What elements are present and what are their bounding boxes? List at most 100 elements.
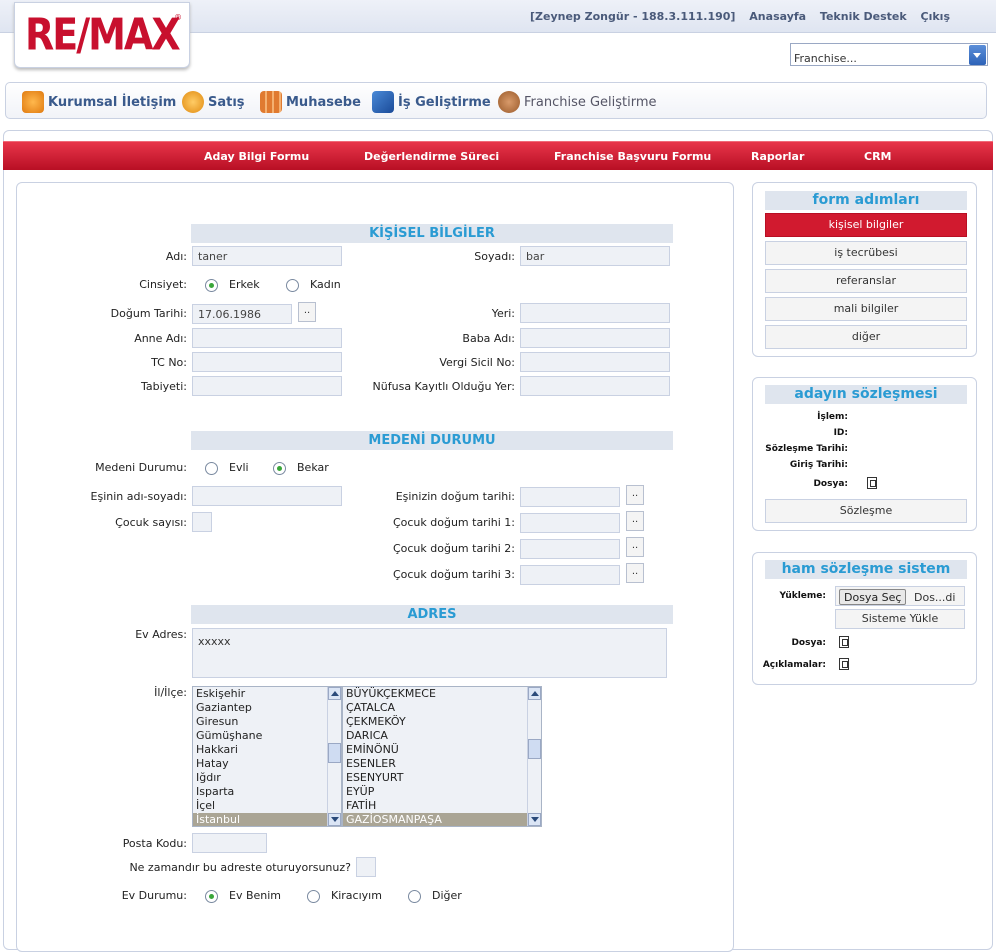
il-listbox[interactable]: Eskişehir Gaziantep Giresun Gümüşhane Ha… bbox=[192, 686, 342, 827]
dosya-status: Dos...di bbox=[914, 591, 956, 604]
ilce-option[interactable]: DARICA bbox=[343, 729, 541, 743]
link-teknik-destek[interactable]: Teknik Destek bbox=[820, 10, 907, 23]
document-icon[interactable] bbox=[839, 636, 849, 648]
date-picker-button[interactable]: .. bbox=[298, 302, 316, 322]
nav-raporlar[interactable]: Raporlar bbox=[751, 150, 804, 163]
document-icon[interactable] bbox=[867, 477, 877, 489]
cocuk1-input[interactable] bbox=[520, 513, 620, 533]
tc-no-input[interactable] bbox=[192, 352, 342, 372]
file-chooser[interactable]: Dosya Seç Dos...di bbox=[835, 586, 965, 606]
il-option[interactable]: Isparta bbox=[193, 785, 341, 799]
il-option[interactable]: Gümüşhane bbox=[193, 729, 341, 743]
baba-adi-input[interactable] bbox=[520, 328, 670, 348]
scroll-down-icon[interactable] bbox=[528, 813, 541, 826]
ilce-listbox[interactable]: BÜYÜKÇEKMECE ÇATALCA ÇEKMEKÖY DARICA EMİ… bbox=[342, 686, 542, 827]
radio-diger[interactable] bbox=[408, 890, 421, 903]
raw-contract-panel: ham sözleşme sistem Yükleme: Dosya Seç D… bbox=[752, 552, 977, 685]
il-scrollbar[interactable] bbox=[327, 687, 341, 826]
module-kurumsal-iletisim[interactable]: Kurumsal İletişim bbox=[22, 91, 176, 113]
main-nav: Aday Bilgi Formu Değerlendirme Süreci Fr… bbox=[3, 141, 993, 170]
es-adi-label: Eşinin adı-soyadı: bbox=[90, 490, 187, 503]
cinsiyet-label: Cinsiyet: bbox=[139, 278, 187, 291]
ilce-option[interactable]: ÇATALCA bbox=[343, 701, 541, 715]
il-ilce-label: İl/İlçe: bbox=[154, 686, 187, 699]
module-muhasebe[interactable]: Muhasebe bbox=[260, 91, 361, 113]
cocuk3-input[interactable] bbox=[520, 565, 620, 585]
franchise-select[interactable]: Franchise... bbox=[790, 43, 988, 66]
radio-evli[interactable] bbox=[205, 462, 218, 475]
scroll-thumb[interactable] bbox=[328, 743, 341, 763]
il-option[interactable]: Giresun bbox=[193, 715, 341, 729]
ilce-option[interactable]: FATİH bbox=[343, 799, 541, 813]
erkek-label: Erkek bbox=[229, 278, 260, 291]
anne-adi-input[interactable] bbox=[192, 328, 342, 348]
sisteme-yukle-button[interactable]: Sisteme Yükle bbox=[835, 609, 965, 629]
nav-aday-bilgi-formu[interactable]: Aday Bilgi Formu bbox=[204, 150, 309, 163]
radio-bekar[interactable] bbox=[273, 462, 286, 475]
ilce-option[interactable]: EYÜP bbox=[343, 785, 541, 799]
scroll-up-icon[interactable] bbox=[528, 687, 541, 700]
ad-input[interactable]: taner bbox=[192, 246, 342, 266]
nav-crm[interactable]: CRM bbox=[864, 150, 892, 163]
il-option[interactable]: İçel bbox=[193, 799, 341, 813]
module-satis[interactable]: Satış bbox=[182, 91, 245, 113]
sozlesme-button[interactable]: Sözleşme bbox=[765, 499, 967, 523]
tabiyet-input[interactable] bbox=[192, 376, 342, 396]
chart-icon bbox=[372, 91, 394, 113]
scroll-up-icon[interactable] bbox=[328, 687, 341, 700]
cocuk1-picker-button[interactable]: .. bbox=[626, 511, 644, 531]
il-option-selected[interactable]: İstanbul bbox=[193, 813, 341, 826]
chevron-down-icon[interactable] bbox=[969, 45, 986, 65]
ilce-option-selected[interactable]: GAZİOSMANPAŞA bbox=[343, 813, 541, 826]
il-option[interactable]: Gaziantep bbox=[193, 701, 341, 715]
radio-kadin[interactable] bbox=[286, 279, 299, 292]
il-option[interactable]: Hakkari bbox=[193, 743, 341, 757]
scroll-down-icon[interactable] bbox=[328, 813, 341, 826]
ilce-option[interactable]: ESENYURT bbox=[343, 771, 541, 785]
il-option[interactable]: Eskişehir bbox=[193, 687, 341, 701]
dosya-sec-button[interactable]: Dosya Seç bbox=[839, 589, 907, 605]
nav-degerlendirme-sureci[interactable]: Değerlendirme Süreci bbox=[364, 150, 499, 163]
module-is-gelistirme[interactable]: İş Geliştirme bbox=[372, 91, 491, 113]
nufus-input[interactable] bbox=[520, 376, 670, 396]
ne-zaman-label: Ne zamandır bu adreste oturuyorsunuz? bbox=[129, 861, 351, 874]
cocuk-sayisi-input[interactable] bbox=[192, 512, 212, 532]
ilce-option[interactable]: BÜYÜKÇEKMECE bbox=[343, 687, 541, 701]
step-kisisel-bilgiler[interactable]: kişisel bilgiler bbox=[765, 213, 967, 237]
es-dogum-input[interactable] bbox=[520, 487, 620, 507]
cocuk2-picker-button[interactable]: .. bbox=[626, 537, 644, 557]
ev-adres-textarea[interactable]: xxxxx bbox=[192, 628, 667, 678]
link-cikis[interactable]: Çıkış bbox=[921, 10, 950, 23]
link-anasayfa[interactable]: Anasayfa bbox=[749, 10, 806, 23]
yeri-input[interactable] bbox=[520, 303, 670, 323]
step-referanslar[interactable]: referanslar bbox=[765, 269, 967, 293]
ilce-option[interactable]: EMİNÖNÜ bbox=[343, 743, 541, 757]
step-diger[interactable]: diğer bbox=[765, 325, 967, 349]
scroll-thumb[interactable] bbox=[528, 739, 541, 759]
radio-ev-benim[interactable] bbox=[205, 890, 218, 903]
ilce-option[interactable]: ÇEKMEKÖY bbox=[343, 715, 541, 729]
dogum-tarihi-input[interactable]: 17.06.1986 bbox=[192, 304, 292, 324]
step-is-tecrubesi[interactable]: iş tecrübesi bbox=[765, 241, 967, 265]
document-icon[interactable] bbox=[839, 658, 849, 670]
remax-logo[interactable]: RE/MAX ® bbox=[14, 2, 190, 68]
ev-adres-label: Ev Adres: bbox=[135, 628, 187, 641]
evli-label: Evli bbox=[229, 461, 249, 474]
il-option[interactable]: Iğdır bbox=[193, 771, 341, 785]
nav-franchise-basvuru-formu[interactable]: Franchise Başvuru Formu bbox=[554, 150, 711, 163]
ilce-option[interactable]: ESENLER bbox=[343, 757, 541, 771]
radio-kiraciyim[interactable] bbox=[307, 890, 320, 903]
radio-erkek[interactable] bbox=[205, 279, 218, 292]
posta-kodu-input[interactable] bbox=[192, 833, 267, 853]
cocuk3-picker-button[interactable]: .. bbox=[626, 563, 644, 583]
ne-zaman-input[interactable] bbox=[356, 857, 376, 877]
es-dogum-picker-button[interactable]: .. bbox=[626, 485, 644, 505]
es-adi-input[interactable] bbox=[192, 486, 342, 506]
vergi-sicil-input[interactable] bbox=[520, 352, 670, 372]
cocuk2-input[interactable] bbox=[520, 539, 620, 559]
step-mali-bilgiler[interactable]: mali bilgiler bbox=[765, 297, 967, 321]
soyad-input[interactable]: bar bbox=[520, 246, 670, 266]
module-franchise-gelistirme[interactable]: Franchise Geliştirme bbox=[498, 91, 657, 113]
il-option[interactable]: Hatay bbox=[193, 757, 341, 771]
ilce-scrollbar[interactable] bbox=[527, 687, 541, 826]
